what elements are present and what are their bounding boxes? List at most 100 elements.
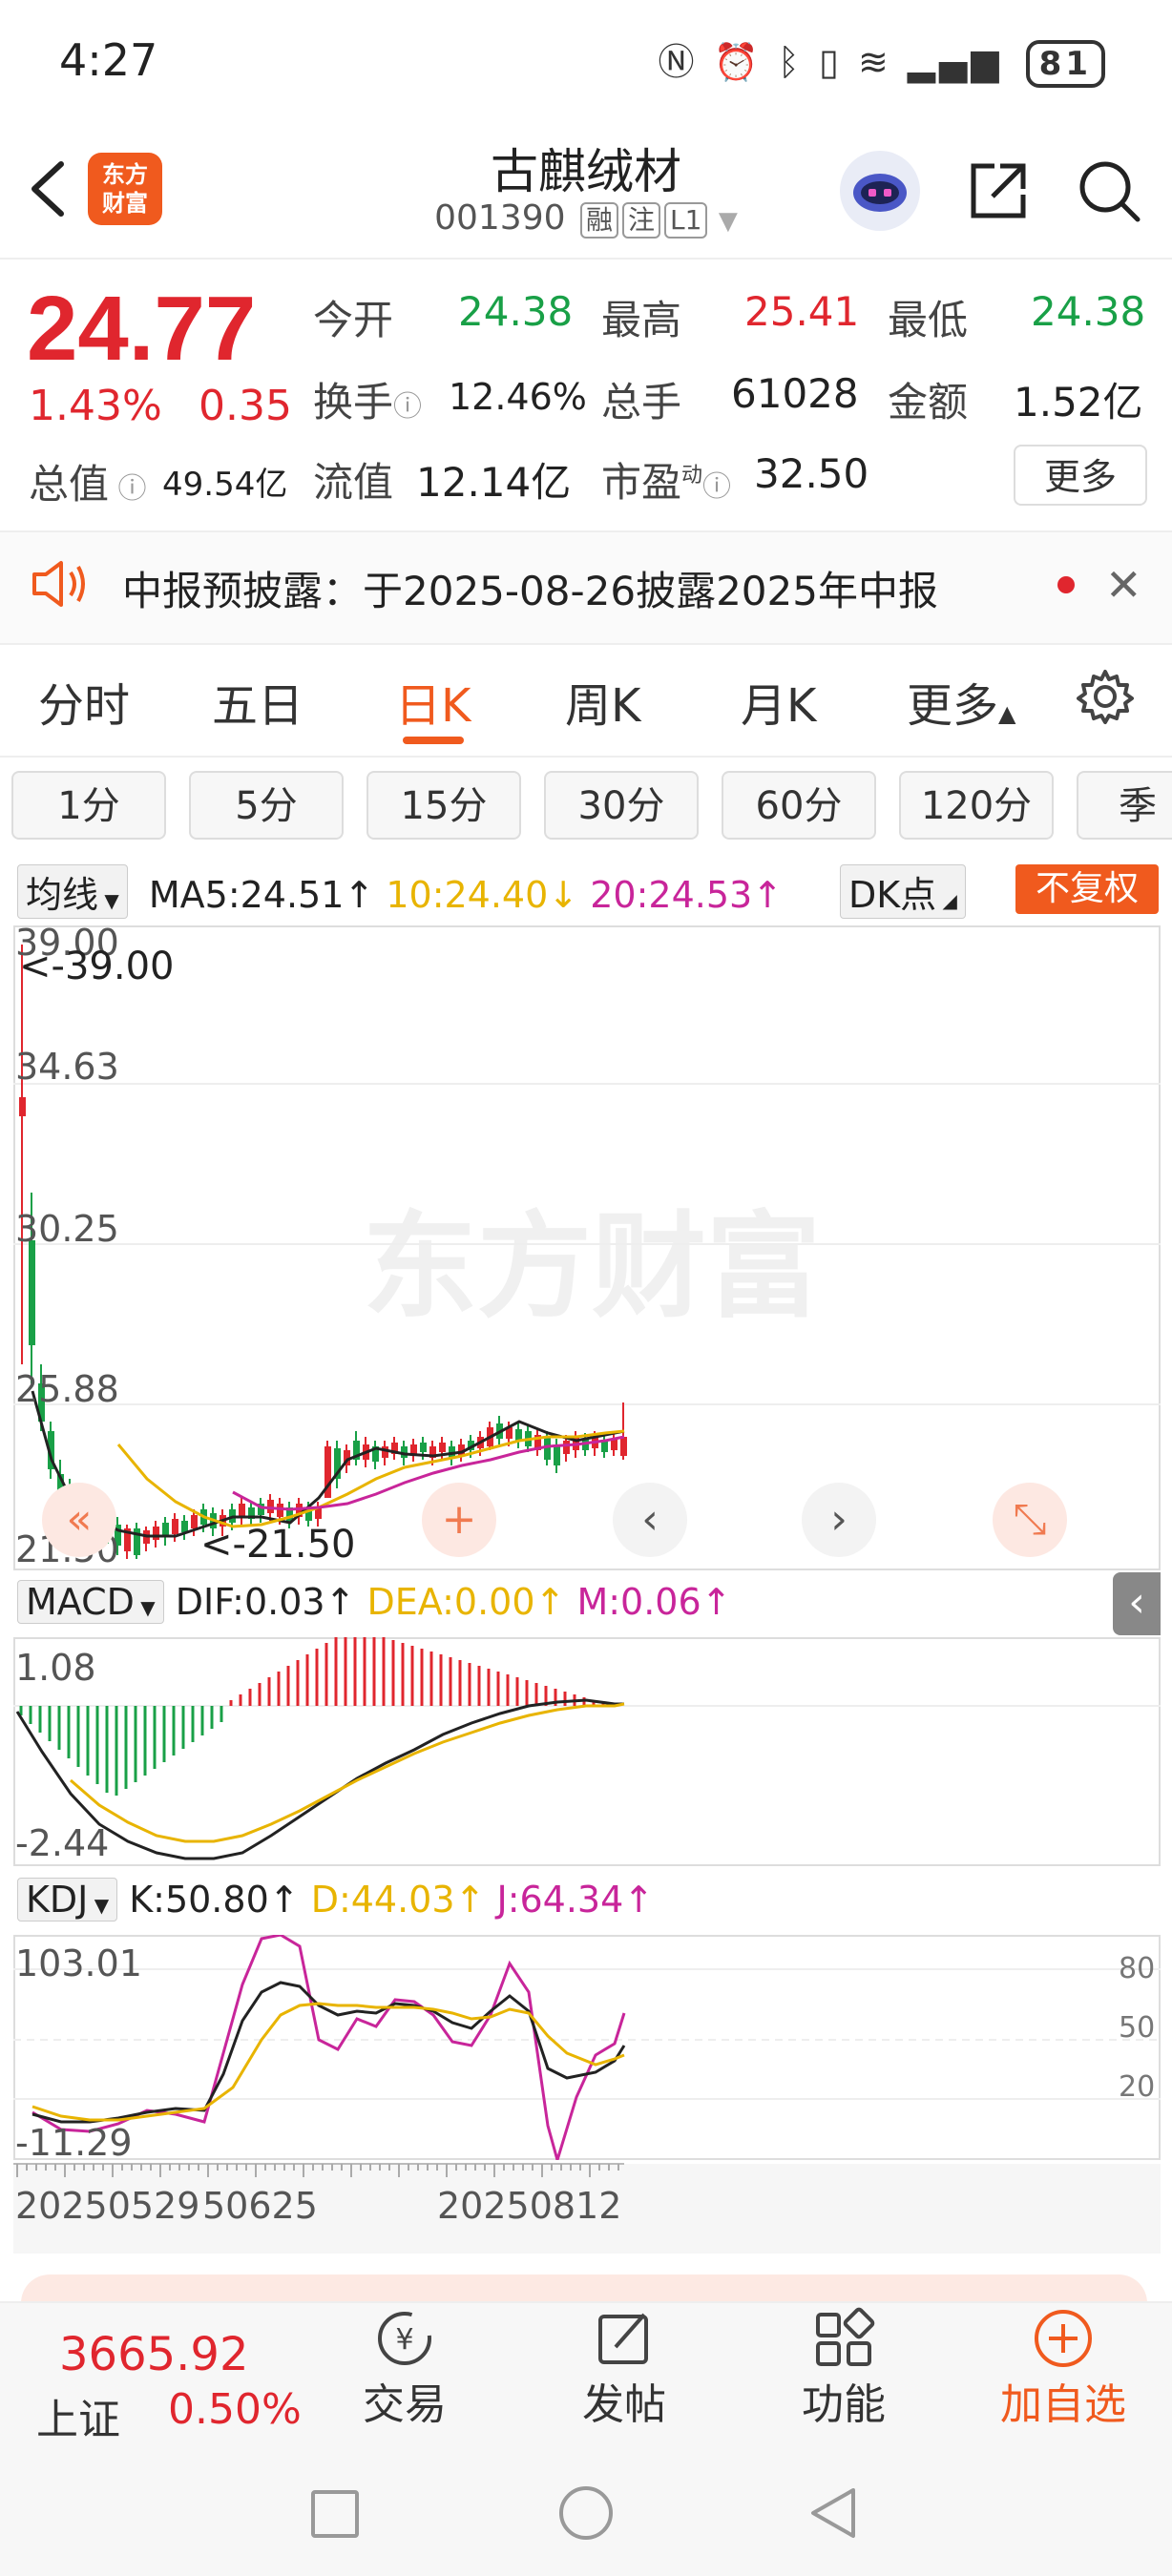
zoom-in-button[interactable]: + — [422, 1483, 496, 1557]
unread-dot — [1057, 576, 1075, 593]
tab-daily-k[interactable]: 日K — [395, 668, 471, 735]
wifi-icon: ≋ — [857, 41, 892, 83]
ma-indicator-row: 均线 ▼ MA5:24.51↑ 10:24.40↓ 20:24.53↑ — [17, 864, 783, 919]
ma20-value: 20:24.53↑ — [590, 874, 784, 916]
kline-max-marker: <-39.00 — [19, 945, 175, 988]
status-time: 4:27 — [59, 34, 158, 86]
kdj-level-50: 50 — [1119, 2011, 1156, 2045]
bluetooth-icon: ᛒ — [778, 41, 804, 83]
status-icons: Ⓝ ⏰ ᛒ ▯ ≋ ▂▄▆ 81 — [659, 32, 1105, 88]
tab-monthly-k[interactable]: 月K — [741, 668, 816, 735]
candles — [19, 945, 627, 1559]
kdj-k: K:50.80↑ — [129, 1879, 300, 1921]
chevron-down-icon: ▼ — [98, 889, 119, 912]
index-value[interactable]: 3665.92 — [59, 2328, 249, 2381]
kdj-select[interactable]: KDJ ▼ — [17, 1878, 118, 1922]
tab-intraday[interactable]: 分时 — [38, 668, 130, 735]
fullscreen-icon[interactable]: ⤡ — [993, 1483, 1067, 1557]
chevron-left-icon[interactable]: ‹ — [613, 1483, 687, 1557]
speaker-icon — [32, 561, 85, 607]
post-button[interactable]: 发帖 — [548, 2370, 701, 2431]
index-percent[interactable]: 0.50% — [168, 2385, 302, 2434]
interval-15min-button[interactable]: 15分 — [366, 771, 521, 840]
kline-plot — [13, 945, 1161, 1559]
kdj-level-20: 20 — [1119, 2070, 1156, 2104]
active-tab-indicator — [403, 737, 464, 744]
search-button[interactable] — [1075, 156, 1143, 225]
ma10-value: 10:24.40↓ — [386, 874, 579, 916]
chevron-double-left-icon[interactable]: « — [42, 1483, 116, 1557]
back-nav-icon[interactable] — [809, 2486, 857, 2544]
home-icon[interactable] — [559, 2486, 613, 2540]
rights-adjust-button[interactable]: 不复权 — [1015, 864, 1159, 914]
functions-button[interactable]: 功能 — [767, 2370, 920, 2431]
low-value: 24.38 — [1031, 288, 1146, 335]
dk-select[interactable]: DK点 ◢ — [840, 864, 966, 919]
x-axis-end-label: 20250812 — [437, 2185, 622, 2227]
x-axis-mid-label: 50625 — [202, 2185, 318, 2227]
interval-5min-button[interactable]: 5分 — [189, 771, 344, 840]
high-value: 25.41 — [744, 288, 860, 335]
chevron-down-icon: ▼ — [134, 1596, 156, 1619]
turnover-value: 12.46% — [449, 376, 587, 418]
amount-label: 金额 — [888, 379, 969, 426]
info-icon[interactable]: ⓘ — [393, 390, 422, 424]
more-button[interactable]: 更多 — [1014, 445, 1147, 506]
macd-bars — [19, 1637, 605, 1796]
nfc-icon: Ⓝ — [658, 41, 699, 83]
float-cap-label: 流值 — [313, 459, 394, 506]
volume-label: 总手 — [601, 379, 682, 426]
market-cap-value: 49.54亿 — [162, 466, 288, 504]
share-icon — [971, 163, 1026, 218]
high-label: 最高 — [601, 297, 682, 343]
share-button[interactable] — [966, 158, 1031, 223]
change-amount: 0.35 — [199, 382, 292, 430]
svg-text:¥: ¥ — [395, 2323, 413, 2357]
interval-1min-button[interactable]: 1分 — [11, 771, 166, 840]
interval-30min-button[interactable]: 30分 — [544, 771, 699, 840]
interval-120min-button[interactable]: 120分 — [899, 771, 1054, 840]
info-icon[interactable]: ⓘ — [702, 470, 731, 504]
pe-value: 32.50 — [754, 450, 869, 497]
change-percent: 1.43% — [29, 382, 162, 430]
kline-y-label-2: 34.63 — [15, 1046, 119, 1088]
add-watchlist-button[interactable]: 加自选 — [987, 2370, 1140, 2431]
macd-plot — [13, 1637, 1161, 1860]
kdj-d: D:44.03↑ — [310, 1879, 486, 1921]
notice-text[interactable]: 中报预披露：于2025-08-26披露2025年中报 — [122, 559, 938, 617]
tab-weekly-k[interactable]: 周K — [565, 668, 640, 735]
signal-icon: ▂▄▆ — [907, 41, 1003, 83]
recent-apps-icon[interactable] — [311, 2490, 359, 2538]
ma-select[interactable]: 均线 ▼ — [17, 864, 128, 919]
trade-button[interactable]: 交易 — [328, 2370, 481, 2431]
close-icon[interactable]: ✕ — [1105, 559, 1142, 611]
macd-select[interactable]: MACD ▼ — [17, 1580, 164, 1624]
market-cap-label: 总值 ⓘ — [29, 461, 147, 508]
gear-icon[interactable] — [1077, 668, 1134, 725]
interval-60min-button[interactable]: 60分 — [722, 771, 876, 840]
collapse-panel-button[interactable]: ‹ — [1113, 1572, 1161, 1635]
amount-value: 1.52亿 — [1014, 379, 1143, 426]
ai-assistant-button[interactable] — [840, 151, 920, 231]
macd-dea: DEA:0.00↑ — [366, 1581, 566, 1623]
chevron-down-icon: ▼ — [88, 1894, 110, 1917]
chevron-right-icon[interactable]: › — [802, 1483, 876, 1557]
tab-five-day[interactable]: 五日 — [212, 668, 303, 735]
chevron-down-icon: ▼ — [718, 207, 738, 236]
interval-quarterly-button[interactable]: 季K — [1077, 771, 1172, 840]
volume-value: 61028 — [731, 370, 859, 417]
kline-y-label-3: 30.25 — [15, 1208, 119, 1250]
tab-more[interactable]: 更多▲ — [907, 668, 1015, 735]
kdj-level-80: 80 — [1119, 1952, 1156, 1985]
search-icon — [1079, 161, 1141, 222]
kdj-y-top-label: 103.01 — [15, 1942, 142, 1984]
divider — [0, 756, 1172, 758]
index-name[interactable]: 上证 — [36, 2385, 120, 2446]
info-icon[interactable]: ⓘ — [109, 472, 147, 506]
kdj-j: J:64.34↑ — [496, 1879, 655, 1921]
robot-icon — [853, 174, 907, 212]
tag-level: L1 — [664, 202, 708, 239]
low-label: 最低 — [888, 297, 969, 343]
macd-y-bottom-label: -2.44 — [15, 1822, 110, 1864]
kdj-indicator-row: KDJ ▼ K:50.80↑ D:44.03↑ J:64.34↑ — [17, 1878, 654, 1922]
